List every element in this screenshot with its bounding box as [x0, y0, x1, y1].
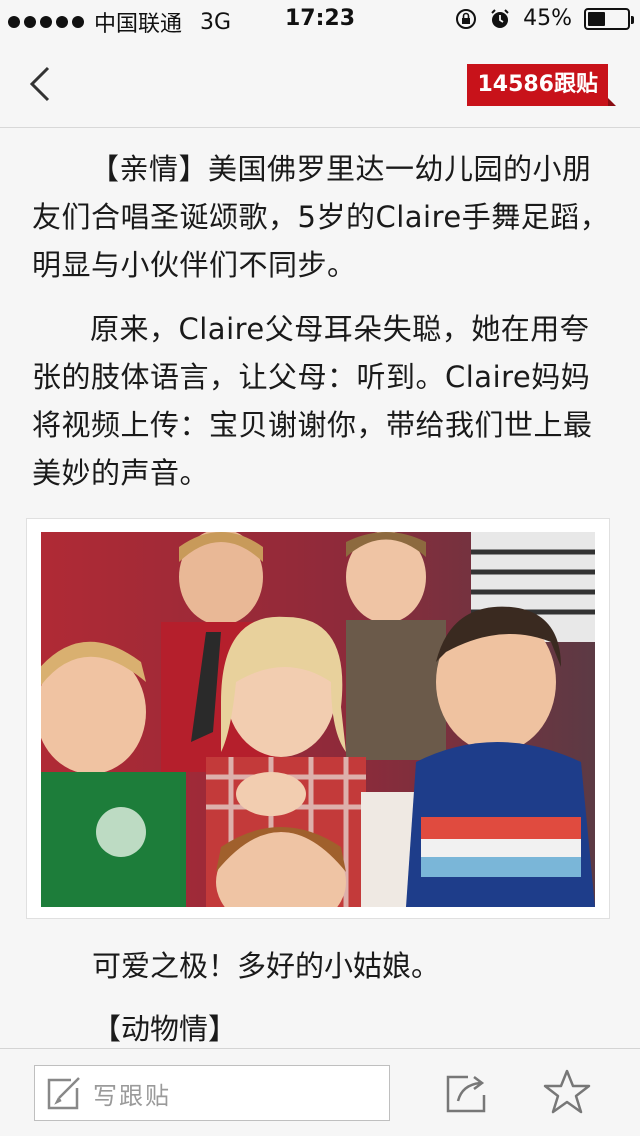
article-body: 【亲情】美国佛罗里达一幼儿园的小朋友们合唱圣诞颂歌，5岁的Claire手舞足蹈，…: [0, 129, 640, 1047]
status-right: 45%: [455, 6, 634, 31]
compose-reply-field[interactable]: 写跟贴: [34, 1065, 390, 1121]
article-paragraph: 【亲情】美国佛罗里达一幼儿园的小朋友们合唱圣诞颂歌，5岁的Claire手舞足蹈，…: [32, 152, 610, 282]
reply-count-button[interactable]: 14586跟贴: [467, 64, 616, 106]
share-icon[interactable]: [444, 1069, 490, 1115]
battery-percent: 45%: [523, 6, 572, 31]
battery-level-fill: [588, 11, 606, 26]
compose-placeholder: 写跟贴: [93, 1081, 171, 1110]
alarm-icon: [491, 8, 509, 28]
chevron-left-icon[interactable]: [22, 62, 62, 106]
article-image-frame[interactable]: [26, 518, 610, 919]
section-heading: 【动物情】: [92, 1012, 238, 1046]
battery-icon: [584, 7, 634, 30]
image-caption: 可爱之极！多好的小姑娘。: [92, 949, 441, 983]
rotation-lock-icon: [456, 8, 477, 29]
navigation-bar: 14586跟贴: [0, 40, 640, 128]
article-paragraph: 原来，Claire父母耳朵失聪，她在用夸张的肢体语言，让父母：听到。Claire…: [32, 312, 593, 490]
status-bar: 中国联通 3G 17:23 45%: [0, 0, 640, 40]
bottom-toolbar: 写跟贴: [0, 1048, 640, 1136]
pencil-square-icon: [47, 1077, 80, 1110]
star-icon[interactable]: [542, 1067, 592, 1117]
article-photo[interactable]: [41, 532, 595, 907]
